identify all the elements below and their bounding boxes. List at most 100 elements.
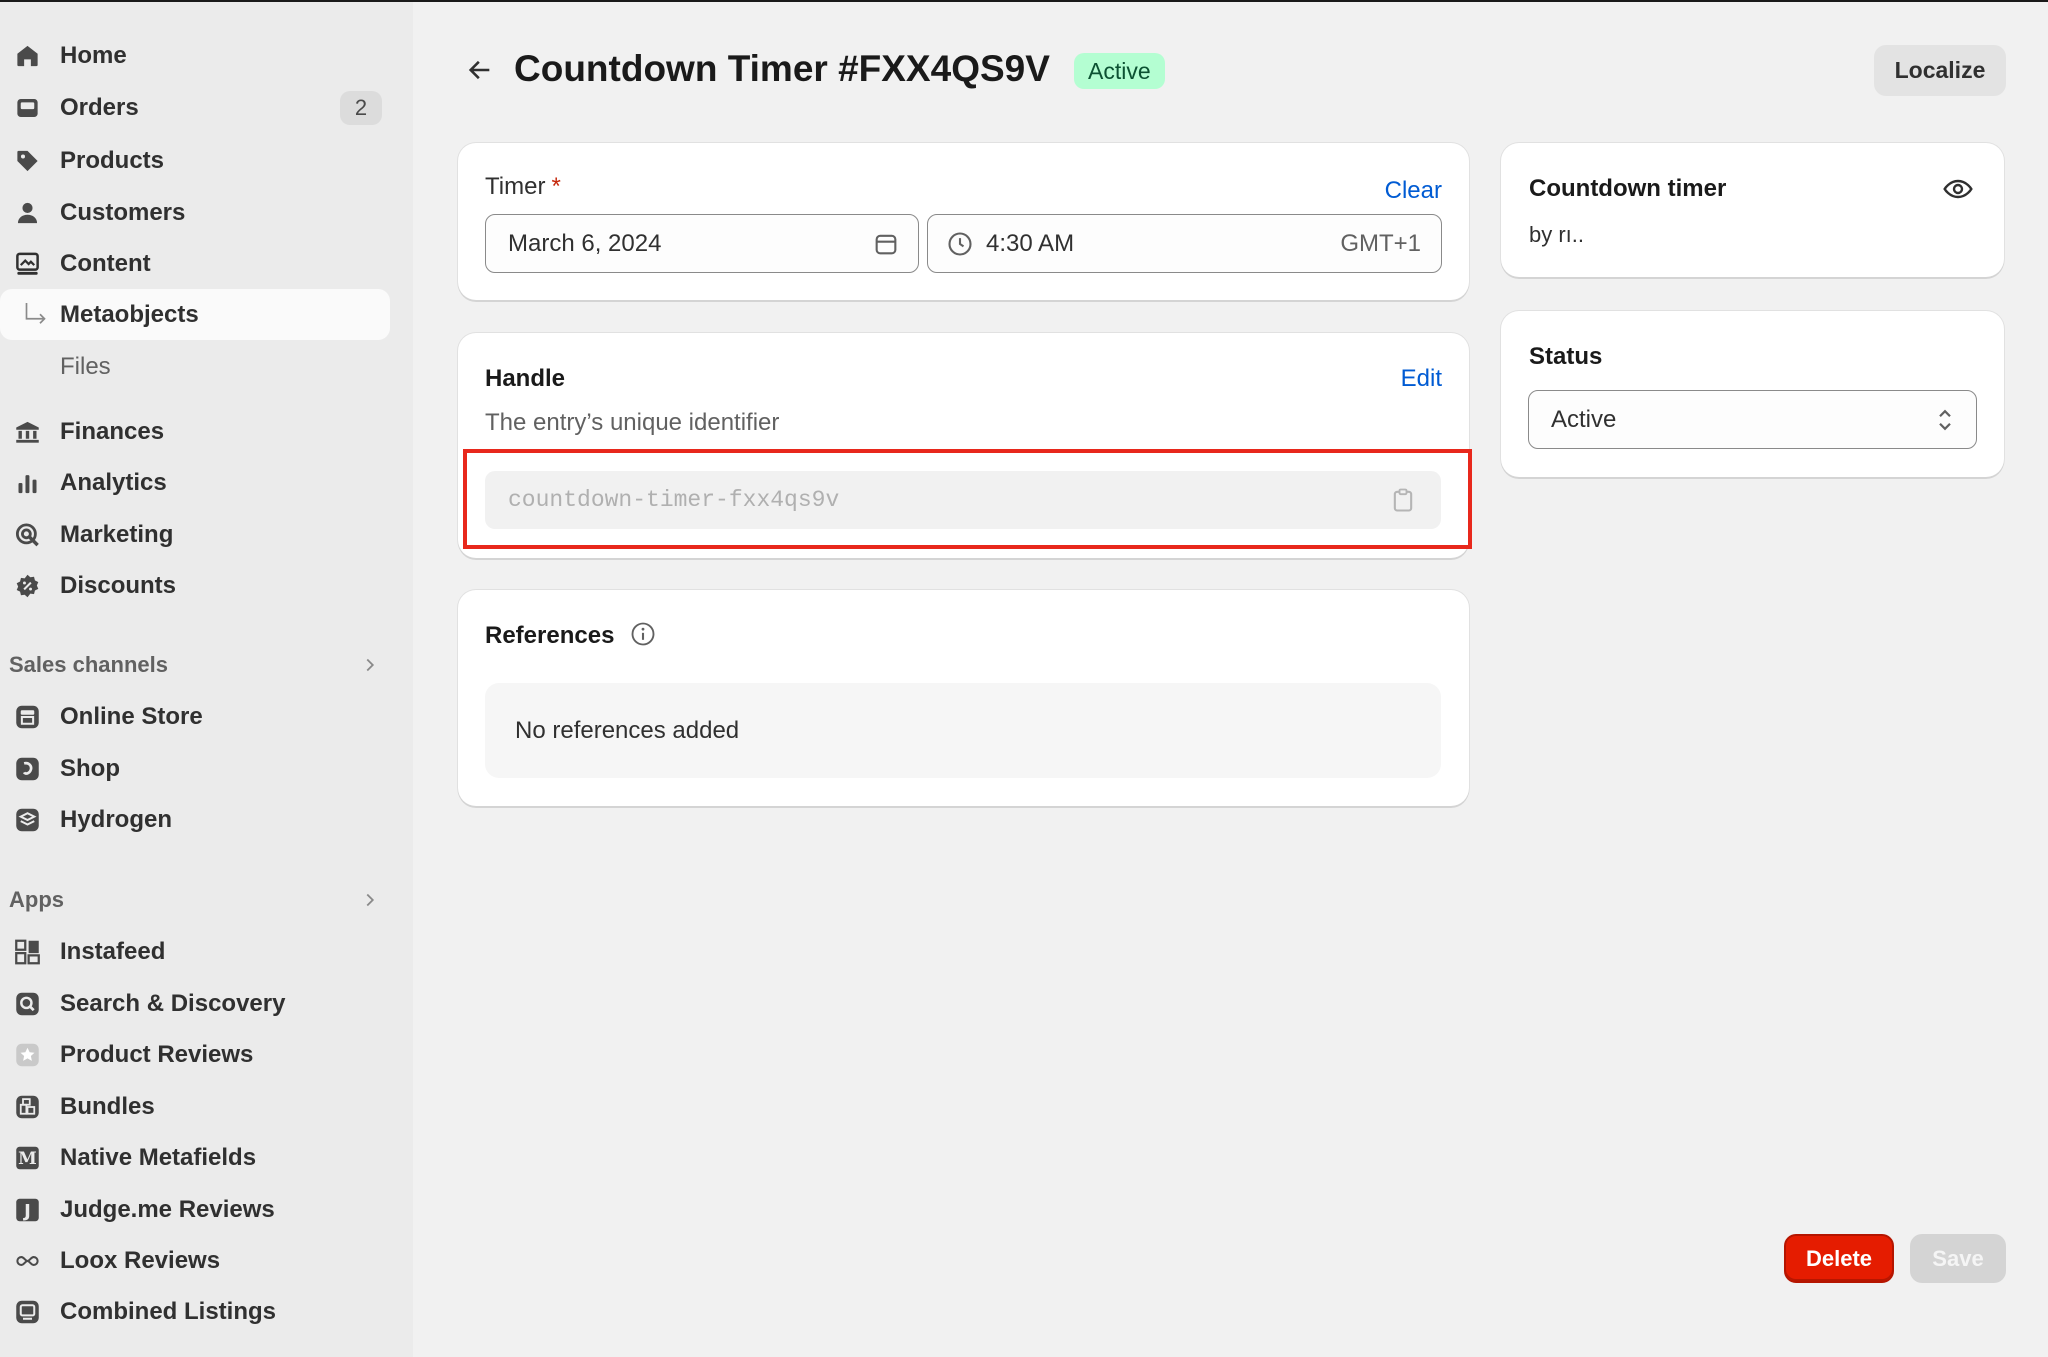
status-select[interactable]: Active: [1528, 390, 1977, 449]
sidebar-item-product-reviews[interactable]: Product Reviews: [0, 1029, 390, 1080]
sidebar-item-customers[interactable]: Customers: [0, 187, 390, 238]
chevron-right-icon: [366, 658, 375, 672]
sidebar-item-discounts[interactable]: Discounts: [0, 560, 390, 611]
bar-chart-icon: [14, 469, 41, 496]
svg-text:M: M: [18, 1148, 37, 1168]
sidebar-item-label: Orders: [60, 93, 139, 121]
required-asterisk: *: [551, 173, 561, 200]
discount-icon: [14, 572, 41, 599]
home-icon: [14, 42, 41, 69]
timer-card: Timer * Clear March 6, 2024 4:30 AM GMT+1: [458, 143, 1469, 300]
sidebar-item-files[interactable]: Files: [0, 341, 390, 392]
sidebar-item-label: Combined Listings: [60, 1297, 276, 1325]
sidebar-item-label: Home: [60, 41, 127, 69]
shop-icon: [14, 755, 41, 782]
chevron-right-icon: [366, 893, 375, 907]
select-arrows-icon: [1939, 409, 1951, 430]
clock-icon: [948, 231, 972, 256]
sidebar-item-label: Product Reviews: [60, 1040, 254, 1068]
save-button[interactable]: Save: [1910, 1234, 2006, 1283]
definition-byline: by rı..: [1529, 222, 1585, 247]
marketing-target-icon: [14, 521, 41, 548]
sidebar-item-label: Judge.me Reviews: [60, 1195, 275, 1223]
sidebar-item-analytics[interactable]: Analytics: [0, 457, 390, 508]
eye-icon[interactable]: [1942, 173, 1974, 205]
status-label: Status: [1529, 343, 1603, 370]
sidebar-item-label: Search & Discovery: [60, 989, 286, 1017]
apps-header[interactable]: Apps: [9, 880, 381, 920]
sidebar-item-native-metafields[interactable]: M Native Metafields: [0, 1132, 390, 1183]
sidebar: Home Orders 2 Products Customers Content…: [0, 2, 413, 1357]
sidebar-item-label: Finances: [60, 417, 165, 445]
sidebar-item-online-store[interactable]: Online Store: [0, 691, 390, 742]
sidebar-item-label: Bundles: [60, 1092, 155, 1120]
orders-count-badge: 2: [340, 90, 382, 125]
calendar-icon[interactable]: [872, 230, 900, 258]
clear-link[interactable]: Clear: [1385, 177, 1442, 205]
sidebar-item-loox-reviews[interactable]: Loox Reviews: [0, 1235, 390, 1286]
sidebar-item-search-discovery[interactable]: Search & Discovery: [0, 978, 390, 1029]
definition-title: Countdown timer: [1529, 175, 1727, 202]
sidebar-item-products[interactable]: Products: [0, 135, 390, 186]
sidebar-item-label: Analytics: [60, 468, 167, 496]
sidebar-item-bundles[interactable]: Bundles: [0, 1081, 390, 1132]
sidebar-item-finances[interactable]: Finances: [0, 406, 390, 457]
infinity-icon: [14, 1247, 41, 1274]
listings-icon: [14, 1298, 41, 1325]
section-heading: Apps: [9, 887, 64, 912]
date-value: March 6, 2024: [508, 229, 662, 257]
timezone-suffix: GMT+1: [1340, 229, 1421, 257]
status-select-value: Active: [1551, 405, 1617, 433]
sidebar-item-judge-me[interactable]: J Judge.me Reviews: [0, 1184, 390, 1235]
clipboard-icon[interactable]: [1389, 486, 1417, 514]
sidebar-item-metaobjects[interactable]: Metaobjects: [0, 289, 390, 340]
info-icon[interactable]: [629, 620, 657, 648]
search-icon: [14, 990, 41, 1017]
sidebar-item-home[interactable]: Home: [0, 30, 390, 81]
edit-handle-link[interactable]: Edit: [1401, 365, 1442, 393]
empty-state-text: No references added: [515, 716, 740, 744]
handle-value: countdown-timer-fxx4qs9v: [508, 487, 840, 513]
page-title: Countdown Timer #FXX4QS9V: [514, 48, 1050, 89]
sidebar-item-hydrogen[interactable]: Hydrogen: [0, 794, 390, 845]
subitem-arrow-icon: [22, 303, 49, 330]
arrow-left-icon: [468, 60, 490, 80]
sidebar-item-content[interactable]: Content: [0, 238, 390, 289]
section-heading: Sales channels: [9, 652, 168, 677]
sidebar-item-instafeed[interactable]: Instafeed: [0, 926, 390, 977]
handle-label: Handle: [485, 365, 566, 392]
time-field[interactable]: 4:30 AM GMT+1: [927, 214, 1442, 273]
sidebar-item-label: Customers: [60, 198, 186, 226]
timer-label: Timer *: [485, 173, 561, 200]
back-button[interactable]: [462, 52, 498, 88]
references-label: References: [485, 622, 615, 649]
status-badge: Active: [1074, 53, 1165, 89]
letter-m-icon: M: [14, 1144, 41, 1171]
handle-description: The entry’s unique identifier: [485, 409, 780, 436]
content-icon: [14, 250, 41, 277]
date-field[interactable]: March 6, 2024: [485, 214, 919, 273]
sidebar-item-label: Content: [60, 249, 151, 277]
handle-field: countdown-timer-fxx4qs9v: [485, 471, 1441, 529]
sidebar-item-marketing[interactable]: Marketing: [0, 509, 390, 560]
sidebar-item-label: Discounts: [60, 571, 177, 599]
bundles-icon: [14, 1093, 41, 1120]
hydrogen-icon: [14, 806, 41, 833]
letter-j-icon: J: [14, 1196, 41, 1223]
svg-text:J: J: [22, 1200, 31, 1221]
delete-button[interactable]: Delete: [1784, 1234, 1894, 1283]
store-icon: [14, 703, 41, 730]
sidebar-item-label: Native Metafields: [60, 1143, 257, 1171]
sidebar-item-label: Shop: [60, 754, 120, 782]
sidebar-item-combined-listings[interactable]: Combined Listings: [0, 1286, 390, 1337]
sidebar-item-orders[interactable]: Orders 2: [0, 82, 390, 133]
sales-channels-header[interactable]: Sales channels: [9, 645, 381, 685]
bank-icon: [14, 418, 41, 445]
localize-button[interactable]: Localize: [1874, 45, 2006, 96]
sidebar-item-shop[interactable]: Shop: [0, 743, 390, 794]
definition-card: Countdown timer by rı..: [1501, 143, 2004, 277]
sidebar-item-label: Loox Reviews: [60, 1246, 221, 1274]
sidebar-item-label: Online Store: [60, 702, 203, 730]
sidebar-item-label: Hydrogen: [60, 805, 173, 833]
orders-icon: [14, 94, 41, 121]
